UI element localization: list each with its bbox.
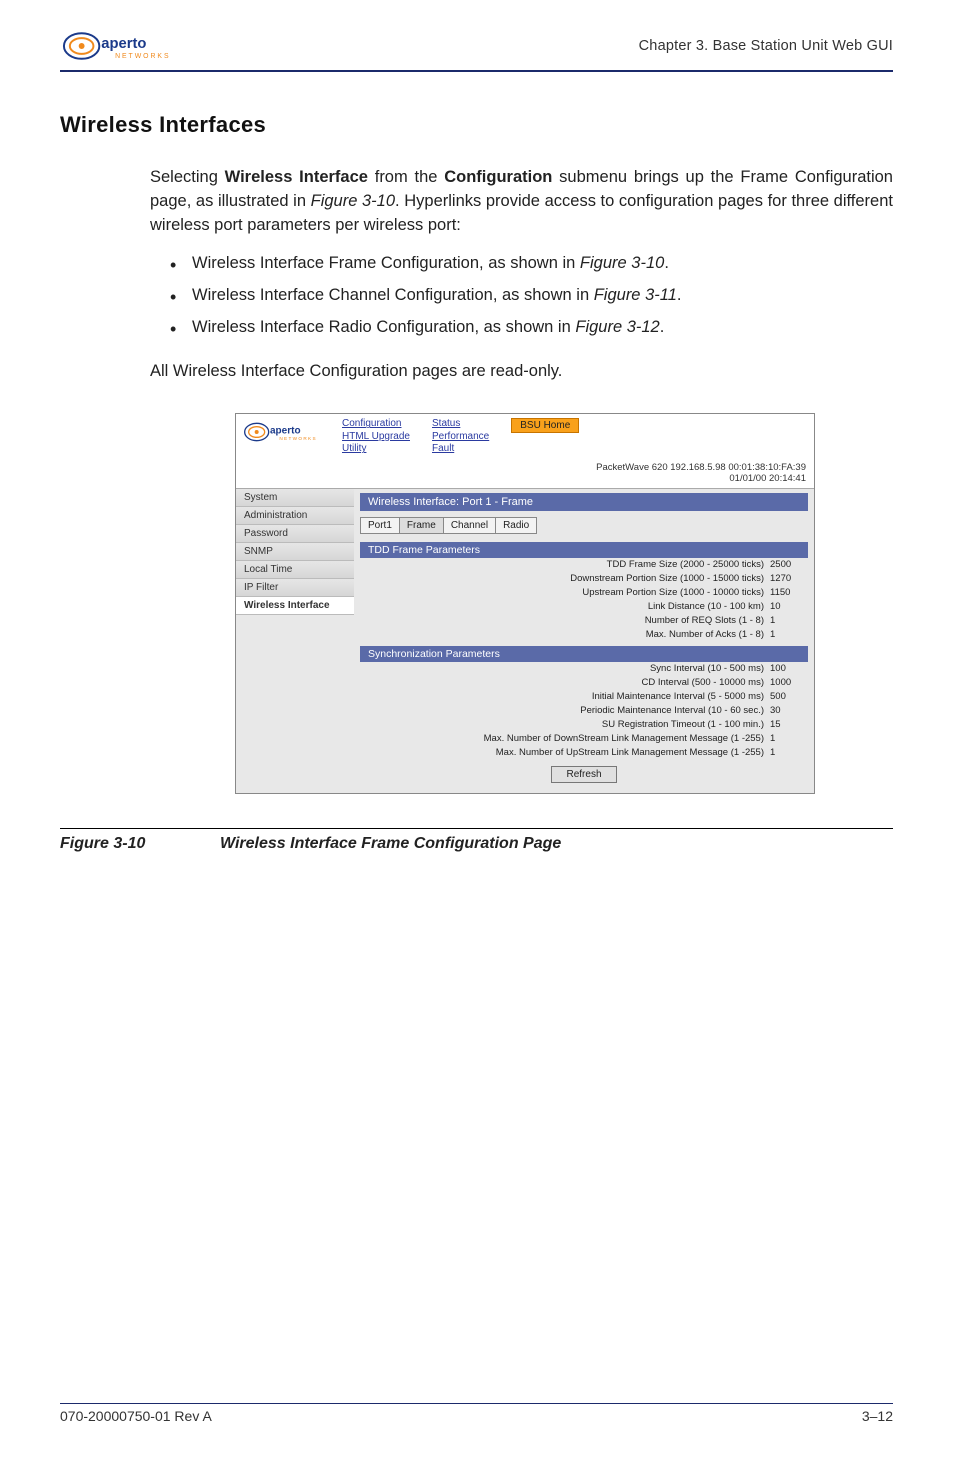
sidebar-item-ip-filter[interactable]: IP Filter (236, 579, 354, 597)
figure-web-gui: aperto NETWORKS Configuration HTML Upgra… (235, 413, 815, 794)
sidebar-item-wireless-interface[interactable]: Wireless Interface (236, 597, 354, 615)
list-item: Wireless Interface Radio Configuration, … (170, 316, 893, 340)
sidebar-item-local-time[interactable]: Local Time (236, 561, 354, 579)
doc-id: 070-20000750-01 Rev A (60, 1408, 212, 1424)
aperto-logo-small: aperto NETWORKS (242, 418, 322, 446)
readonly-note: All Wireless Interface Configuration pag… (150, 360, 893, 384)
bsu-home-button[interactable]: BSU Home (511, 418, 579, 433)
sidebar-item-administration[interactable]: Administration (236, 507, 354, 525)
sidebar-item-password[interactable]: Password (236, 525, 354, 543)
section-heading: Wireless Interfaces (60, 112, 893, 138)
param-row: TDD Frame Size (2000 - 25000 ticks)2500 (360, 558, 808, 572)
svg-text:NETWORKS: NETWORKS (115, 53, 170, 60)
tab-frame[interactable]: Frame (399, 517, 444, 534)
param-row: CD Interval (500 - 10000 ms)1000 (360, 676, 808, 690)
nav-col-2: Status Performance Fault (432, 418, 489, 456)
section-header-sync: Synchronization Parameters (360, 646, 808, 662)
svg-text:aperto: aperto (101, 36, 146, 52)
sidebar-item-system[interactable]: System (236, 489, 354, 507)
param-row: Link Distance (10 - 100 km)10 (360, 600, 808, 614)
nav-link-performance[interactable]: Performance (432, 431, 489, 444)
nav-link-html-upgrade[interactable]: HTML Upgrade (342, 431, 410, 444)
device-info: PacketWave 620 192.168.5.98 00:01:38:10:… (236, 460, 814, 489)
param-row: Max. Number of Acks (1 - 8)1 (360, 628, 808, 642)
svg-text:aperto: aperto (270, 426, 301, 437)
nav-link-utility[interactable]: Utility (342, 443, 410, 456)
svg-text:NETWORKS: NETWORKS (279, 436, 317, 441)
section-header-tdd: TDD Frame Parameters (360, 542, 808, 558)
panel-title-bar: Wireless Interface: Port 1 - Frame (360, 493, 808, 511)
param-row: Upstream Portion Size (1000 - 10000 tick… (360, 586, 808, 600)
param-row: Initial Maintenance Interval (5 - 5000 m… (360, 690, 808, 704)
param-row: SU Registration Timeout (1 - 100 min.)15 (360, 718, 808, 732)
intro-paragraph: Selecting Wireless Interface from the Co… (150, 166, 893, 238)
sidebar-item-snmp[interactable]: SNMP (236, 543, 354, 561)
port-tab-row: Port1 Frame Channel Radio (360, 517, 808, 534)
aperto-logo: aperto NETWORKS (60, 28, 178, 64)
nav-link-fault[interactable]: Fault (432, 443, 489, 456)
list-item: Wireless Interface Channel Configuration… (170, 284, 893, 308)
chapter-title: Chapter 3. Base Station Unit Web GUI (639, 28, 893, 54)
refresh-button[interactable]: Refresh (551, 766, 616, 783)
param-row: Downstream Portion Size (1000 - 15000 ti… (360, 572, 808, 586)
figure-caption: Figure 3-10Wireless Interface Frame Conf… (60, 835, 893, 853)
nav-link-configuration[interactable]: Configuration (342, 418, 410, 431)
page-number: 3–12 (862, 1408, 893, 1424)
param-row: Number of REQ Slots (1 - 8)1 (360, 614, 808, 628)
nav-link-status[interactable]: Status (432, 418, 489, 431)
tab-radio[interactable]: Radio (495, 517, 537, 534)
list-item: Wireless Interface Frame Configuration, … (170, 252, 893, 276)
figure-rule (60, 828, 893, 829)
param-row: Max. Number of UpStream Link Management … (360, 746, 808, 760)
param-row: Periodic Maintenance Interval (10 - 60 s… (360, 704, 808, 718)
footer-rule (60, 1403, 893, 1404)
tab-channel[interactable]: Channel (443, 517, 496, 534)
param-row: Max. Number of DownStream Link Managemen… (360, 732, 808, 746)
param-row: Sync Interval (10 - 500 ms)100 (360, 662, 808, 676)
tab-port1[interactable]: Port1 (360, 517, 400, 534)
bullet-list: Wireless Interface Frame Configuration, … (170, 252, 893, 340)
header-rule (60, 70, 893, 72)
nav-col-1: Configuration HTML Upgrade Utility (342, 418, 410, 456)
config-sidebar: System Administration Password SNMP Loca… (236, 489, 354, 793)
